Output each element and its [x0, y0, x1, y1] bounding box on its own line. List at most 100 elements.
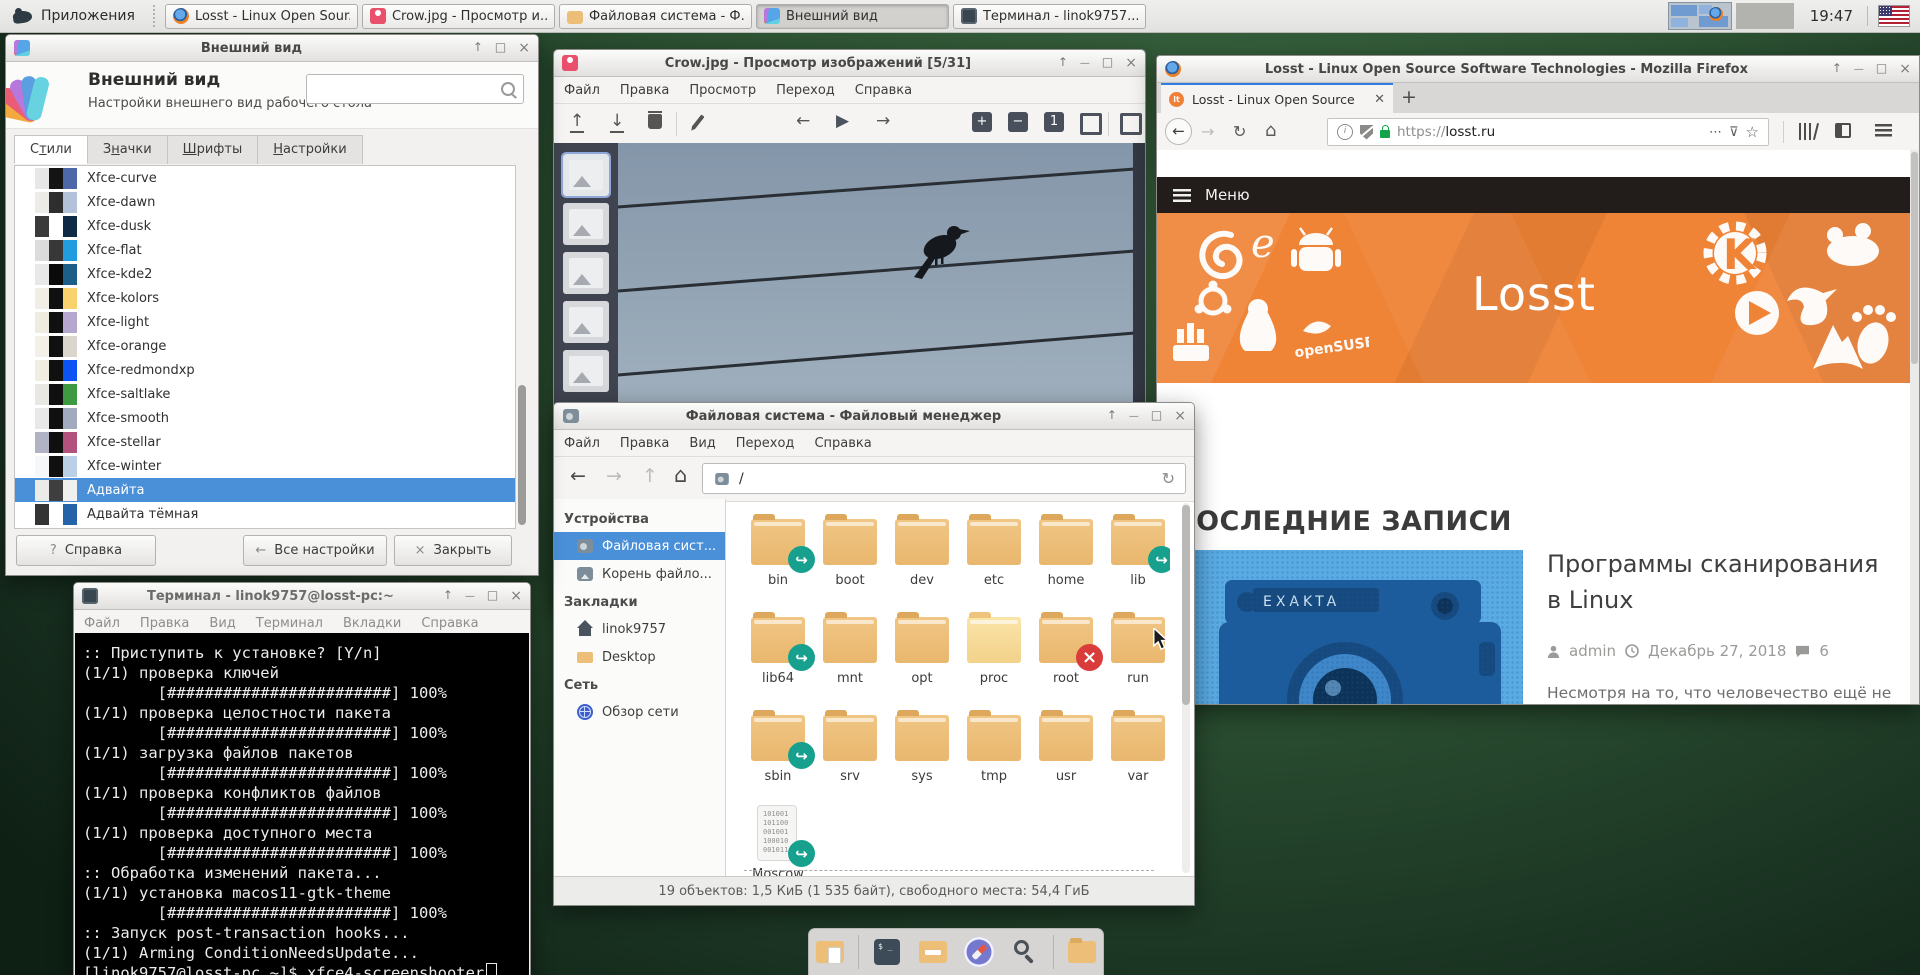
taskbar-button[interactable]: Losst - Linux Open Sour...	[165, 4, 358, 29]
maximize-button[interactable]	[487, 589, 498, 603]
grid-scrollbar[interactable]	[1182, 503, 1190, 873]
thumbnail[interactable]	[563, 203, 609, 245]
file-item-sys[interactable]: sys	[886, 709, 958, 807]
maximize-button[interactable]	[1151, 409, 1162, 423]
page-scrollbar[interactable]	[1910, 150, 1919, 704]
tracking-protection-icon[interactable]	[1360, 125, 1373, 140]
library-icon[interactable]	[1799, 123, 1815, 140]
image-viewer-titlebar[interactable]: Crow.jpg - Просмотр изображений [5/31]	[554, 50, 1145, 77]
fit-to-window-icon[interactable]	[1080, 113, 1102, 135]
file-item-home[interactable]: home	[1030, 513, 1102, 611]
menu-item-Справка[interactable]: Справка	[814, 436, 871, 451]
menu-item-Правка[interactable]: Правка	[620, 436, 669, 451]
theme-row-Адвайта[interactable]: Адвайта	[15, 478, 515, 502]
file-item-lib64[interactable]: ↪lib64	[742, 611, 814, 709]
workspace-pager[interactable]	[1668, 2, 1732, 30]
menu-item-Правка[interactable]: Правка	[620, 83, 669, 98]
close-button[interactable]	[518, 41, 530, 55]
taskbar-button[interactable]: Файловая система - Ф...	[559, 4, 752, 29]
file-item-root[interactable]: ×root	[1030, 611, 1102, 709]
maximize-button[interactable]	[1102, 56, 1113, 70]
theme-row-Xfce-curve[interactable]: Xfce-curve	[15, 166, 515, 190]
taskbar-button[interactable]: Crow.jpg - Просмотр и...	[362, 4, 555, 29]
theme-row-Xfce-winter[interactable]: Xfce-winter	[15, 454, 515, 478]
sidebar-item-Обзор сети[interactable]: Обзор сети	[554, 698, 725, 726]
theme-list-scrollbar[interactable]	[518, 167, 526, 527]
file-item-proc[interactable]: proc	[958, 611, 1030, 709]
close-button[interactable]	[1174, 409, 1186, 423]
up-button[interactable]: ↑	[642, 465, 658, 488]
slideshow-play-icon[interactable]: ▶	[836, 113, 849, 130]
file-item-opt[interactable]: opt	[886, 611, 958, 709]
file-item-etc[interactable]: etc	[958, 513, 1030, 611]
article-title[interactable]: Программы сканирования в Linux	[1547, 546, 1899, 618]
open-folder-icon[interactable]	[915, 934, 951, 970]
tab-close-icon[interactable]: ✕	[1374, 92, 1385, 107]
forward-button[interactable]: →	[1201, 122, 1214, 141]
dock-terminal-icon[interactable]	[869, 934, 905, 970]
export-icon[interactable]: ↑	[570, 113, 584, 133]
path-bar[interactable]: / ↻	[702, 463, 1186, 494]
appearance-titlebar[interactable]: Внешний вид	[6, 35, 538, 62]
reload-button[interactable]: ↻	[1233, 122, 1246, 141]
shade-button[interactable]	[1107, 409, 1117, 423]
sidebar-item-Desktop[interactable]: Desktop	[554, 643, 725, 671]
menu-item-Просмотр[interactable]: Просмотр	[689, 83, 756, 98]
save-icon[interactable]: ↓	[610, 113, 624, 133]
menu-item-Файл[interactable]: Файл	[564, 83, 600, 98]
url-text[interactable]: https://losst.ru	[1397, 124, 1702, 140]
site-menu-bar[interactable]: Меню	[1157, 177, 1911, 213]
shade-button[interactable]	[1832, 62, 1842, 76]
menu-item-Вкладки[interactable]: Вкладки	[343, 616, 401, 631]
site-banner[interactable]: e openSUSE K	[1157, 213, 1911, 383]
trash-icon[interactable]	[648, 114, 662, 129]
file-item-dev[interactable]: dev	[886, 513, 958, 611]
menu-item-Правка[interactable]: Правка	[140, 616, 189, 631]
menu-item-Файл[interactable]: Файл	[564, 436, 600, 451]
keyboard-layout-us-flag-icon[interactable]	[1878, 5, 1910, 27]
tab-losst[interactable]: lt Losst - Linux Open Source ✕	[1161, 83, 1393, 113]
new-tab-button[interactable]: +	[1401, 86, 1417, 108]
file-item-run[interactable]: run	[1102, 611, 1170, 709]
browser-compass-icon[interactable]	[961, 934, 997, 970]
theme-row-Xfce-dawn[interactable]: Xfce-dawn	[15, 190, 515, 214]
theme-row-Xfce-stellar[interactable]: Xfce-stellar	[15, 430, 515, 454]
tab-Настройки[interactable]: Настройки	[257, 135, 362, 164]
menu-item-Файл[interactable]: Файл	[84, 616, 120, 631]
theme-row-Xfce-dusk[interactable]: Xfce-dusk	[15, 214, 515, 238]
sidebar-item-Корень файло...[interactable]: Корень файло...	[554, 560, 725, 588]
thumbnail[interactable]	[563, 252, 609, 294]
menu-item-Терминал[interactable]: Терминал	[256, 616, 323, 631]
scrollbar-thumb[interactable]	[1911, 152, 1918, 364]
shade-button[interactable]	[1058, 56, 1068, 70]
close-button[interactable]	[510, 589, 522, 603]
thumbnail-selected[interactable]	[563, 154, 609, 196]
menu-item-Переход[interactable]: Переход	[776, 83, 835, 98]
sidebar-toggle-icon[interactable]	[1835, 123, 1851, 138]
maximize-button[interactable]	[1876, 62, 1887, 76]
plain-folder-icon[interactable]	[1064, 934, 1100, 970]
theme-row-Xfce-kde2[interactable]: Xfce-kde2	[15, 262, 515, 286]
file-item-lib[interactable]: ↪lib	[1102, 513, 1170, 611]
bookmark-star-icon[interactable]: ☆	[1746, 123, 1759, 141]
file-item-usr[interactable]: usr	[1030, 709, 1102, 807]
thumbnail[interactable]	[563, 350, 609, 392]
theme-row-Xfce-orange[interactable]: Xfce-orange	[15, 334, 515, 358]
theme-row-Xfce-light[interactable]: Xfce-light	[15, 310, 515, 334]
minimize-button[interactable]	[1080, 56, 1090, 70]
firefox-titlebar[interactable]: Losst - Linux Open Source Software Techn…	[1157, 56, 1919, 83]
close-button[interactable]	[1125, 56, 1137, 70]
file-manager-titlebar[interactable]: Файловая система - Файловый менеджер	[554, 403, 1194, 430]
scrollbar-thumb[interactable]	[1182, 505, 1190, 705]
tab-Шрифты[interactable]: Шрифты	[167, 135, 259, 164]
menu-item-Справка[interactable]: Справка	[855, 83, 912, 98]
menu-item-Вид[interactable]: Вид	[209, 616, 235, 631]
all-settings-button[interactable]: ←Все настройки	[243, 535, 387, 566]
file-item-tmp[interactable]: tmp	[958, 709, 1030, 807]
applications-menu-button[interactable]: Приложения	[0, 0, 147, 32]
back-button[interactable]: ←	[1165, 118, 1192, 145]
terminal-titlebar[interactable]: Терминал - linok9757@losst-pc:~	[74, 583, 530, 610]
close-button[interactable]: ×Закрыть	[394, 535, 512, 566]
firefox-menu-icon[interactable]	[1875, 124, 1892, 137]
theme-row-Xfce-saltlake[interactable]: Xfce-saltlake	[15, 382, 515, 406]
